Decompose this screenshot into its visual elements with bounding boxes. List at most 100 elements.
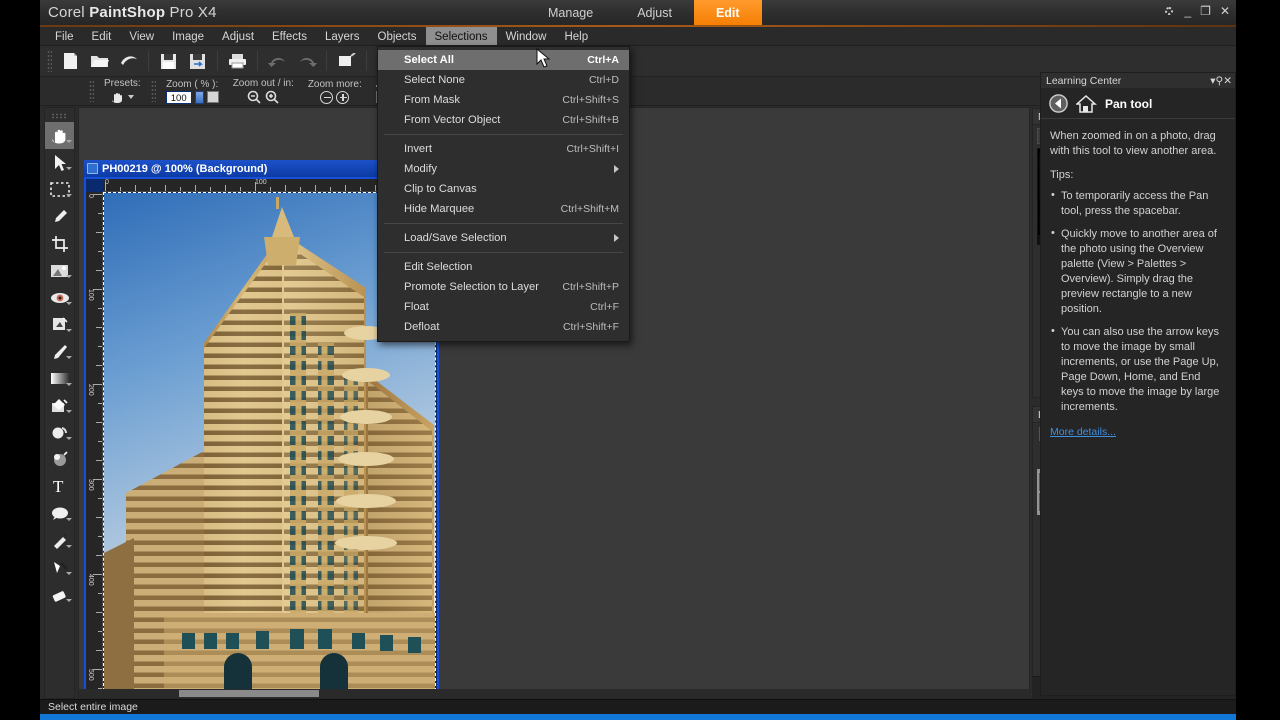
menu-file[interactable]: File	[46, 27, 83, 45]
tab-manage[interactable]: Manage	[526, 0, 615, 27]
menu-bar: File Edit View Image Adjust Effects Laye…	[40, 27, 1236, 46]
menu-item-load-save-selection[interactable]: Load/Save Selection	[378, 228, 629, 248]
options-grip[interactable]	[89, 80, 94, 102]
tool-flyout-arrow[interactable]	[66, 194, 72, 197]
menu-item-defloat[interactable]: Defloat Ctrl+Shift+F	[378, 317, 629, 337]
menu-item-shortcut: Ctrl+Shift+P	[562, 281, 619, 293]
learning-center-close-icon[interactable]: ✕	[1223, 75, 1232, 87]
tool-flyout-arrow[interactable]	[66, 518, 72, 521]
print-icon[interactable]	[224, 48, 251, 74]
tool-flyout-arrow[interactable]	[66, 383, 72, 386]
menu-objects[interactable]: Objects	[369, 27, 426, 45]
tool-flyout-arrow[interactable]	[66, 572, 72, 575]
oil-brush-tool[interactable]	[45, 446, 74, 473]
tool-flyout-arrow[interactable]	[66, 545, 72, 548]
ruler-label-v: 500	[87, 669, 94, 681]
tools-palette-grip[interactable]	[51, 113, 68, 119]
save-as-icon[interactable]	[184, 48, 211, 74]
tool-flyout-arrow[interactable]	[66, 140, 72, 143]
makeover-tool[interactable]	[45, 311, 74, 338]
zoom-more-out-icon[interactable]	[320, 90, 334, 104]
undo-icon[interactable]	[264, 48, 291, 74]
menu-item-promote-selection-to-layer[interactable]: Promote Selection to Layer Ctrl+Shift+P	[378, 277, 629, 297]
text-tool[interactable]: T	[45, 473, 74, 500]
dropper-tool[interactable]	[45, 203, 74, 230]
learning-center-pin-icon[interactable]: ⚲	[1215, 75, 1223, 87]
menu-item-select-all[interactable]: Select All Ctrl+A	[378, 50, 629, 70]
menu-item-hide-marquee[interactable]: Hide Marquee Ctrl+Shift+M	[378, 199, 629, 219]
close-icon[interactable]: ✕	[1220, 4, 1230, 18]
red-eye-tool[interactable]	[45, 284, 74, 311]
settings-icon[interactable]	[1163, 5, 1175, 17]
selections-dropdown-menu: Select All Ctrl+A Select None Ctrl+D Fro…	[377, 46, 630, 342]
clone-brush-tool[interactable]	[45, 338, 74, 365]
menu-item-float[interactable]: Float Ctrl+F	[378, 297, 629, 317]
gradient-tool[interactable]	[45, 365, 74, 392]
menu-item-invert[interactable]: Invert Ctrl+Shift+I	[378, 139, 629, 159]
menu-item-select-none[interactable]: Select None Ctrl+D	[378, 70, 629, 90]
mesh-warp-tool[interactable]	[45, 554, 74, 581]
flood-fill-tool[interactable]	[45, 392, 74, 419]
menu-view[interactable]: View	[120, 27, 163, 45]
tool-flyout-arrow[interactable]	[66, 329, 72, 332]
crop-tool[interactable]	[45, 230, 74, 257]
crop-icon[interactable]	[333, 48, 360, 74]
zoom-more-in-icon[interactable]	[336, 90, 350, 104]
tool-flyout-arrow[interactable]	[66, 275, 72, 278]
save-icon[interactable]	[155, 48, 182, 74]
menu-item-from-vector-object[interactable]: From Vector Object Ctrl+Shift+B	[378, 110, 629, 130]
zoom-more-label: Zoom more:	[307, 78, 362, 90]
tool-flyout-arrow[interactable]	[66, 410, 72, 413]
menu-item-modify[interactable]: Modify	[378, 159, 629, 179]
restore-icon[interactable]: ❐	[1200, 4, 1211, 18]
options-grip-2[interactable]	[150, 80, 156, 102]
zoom-dropdown-icon[interactable]	[206, 91, 219, 103]
more-details-link[interactable]: More details...	[1050, 425, 1116, 440]
menu-image[interactable]: Image	[163, 27, 213, 45]
menu-item-clip-to-canvas[interactable]: Clip to Canvas	[378, 179, 629, 199]
menu-adjust[interactable]: Adjust	[213, 27, 263, 45]
zoom-out-icon[interactable]	[247, 90, 262, 105]
tab-adjust[interactable]: Adjust	[615, 0, 694, 27]
menu-item-shortcut: Ctrl+A	[587, 54, 619, 66]
scrollbar-thumb[interactable]	[179, 690, 319, 697]
warp-brush-tool[interactable]	[45, 419, 74, 446]
back-arrow-icon[interactable]	[1049, 94, 1068, 113]
menu-selections[interactable]: Selections	[425, 27, 497, 45]
import-icon[interactable]	[115, 48, 142, 74]
menu-window[interactable]: Window	[497, 27, 556, 45]
toolbar-grip[interactable]	[47, 50, 52, 72]
zoom-in-icon[interactable]	[265, 90, 280, 105]
tool-flyout-arrow[interactable]	[66, 437, 72, 440]
presets-swatch[interactable]	[110, 90, 135, 104]
tool-flyout-arrow[interactable]	[66, 302, 72, 305]
new-icon[interactable]	[57, 48, 84, 74]
pen-tool[interactable]	[45, 527, 74, 554]
tab-edit[interactable]: Edit	[693, 0, 762, 27]
straighten-tool[interactable]	[45, 257, 74, 284]
menu-separator	[384, 134, 623, 135]
tool-flyout-arrow[interactable]	[66, 356, 72, 359]
menu-item-from-mask[interactable]: From Mask Ctrl+Shift+S	[378, 90, 629, 110]
pan-tool[interactable]	[45, 122, 74, 149]
zoom-spinner[interactable]	[194, 90, 204, 104]
menu-help[interactable]: Help	[555, 27, 597, 45]
pick-tool[interactable]	[45, 149, 74, 176]
zoom-input[interactable]: 100	[165, 90, 192, 104]
eraser-tool[interactable]	[45, 581, 74, 608]
menu-layers[interactable]: Layers	[316, 27, 369, 45]
selection-tool[interactable]	[45, 176, 74, 203]
horizontal-scrollbar[interactable]	[79, 689, 1029, 698]
open-icon[interactable]	[86, 48, 113, 74]
menu-item-edit-selection[interactable]: Edit Selection	[378, 257, 629, 277]
tool-flyout-arrow[interactable]	[66, 599, 72, 602]
home-icon[interactable]	[1076, 94, 1097, 113]
tool-flyout-arrow[interactable]	[66, 167, 72, 170]
learning-center-header[interactable]: Learning Center ▾ ⚲ ✕	[1041, 73, 1235, 89]
preset-shape-tool[interactable]	[45, 500, 74, 527]
menu-effects[interactable]: Effects	[263, 27, 316, 45]
ruler-label-v: 100	[87, 289, 94, 301]
minimize-icon[interactable]: _	[1184, 4, 1191, 18]
menu-edit[interactable]: Edit	[83, 27, 121, 45]
redo-icon[interactable]	[293, 48, 320, 74]
